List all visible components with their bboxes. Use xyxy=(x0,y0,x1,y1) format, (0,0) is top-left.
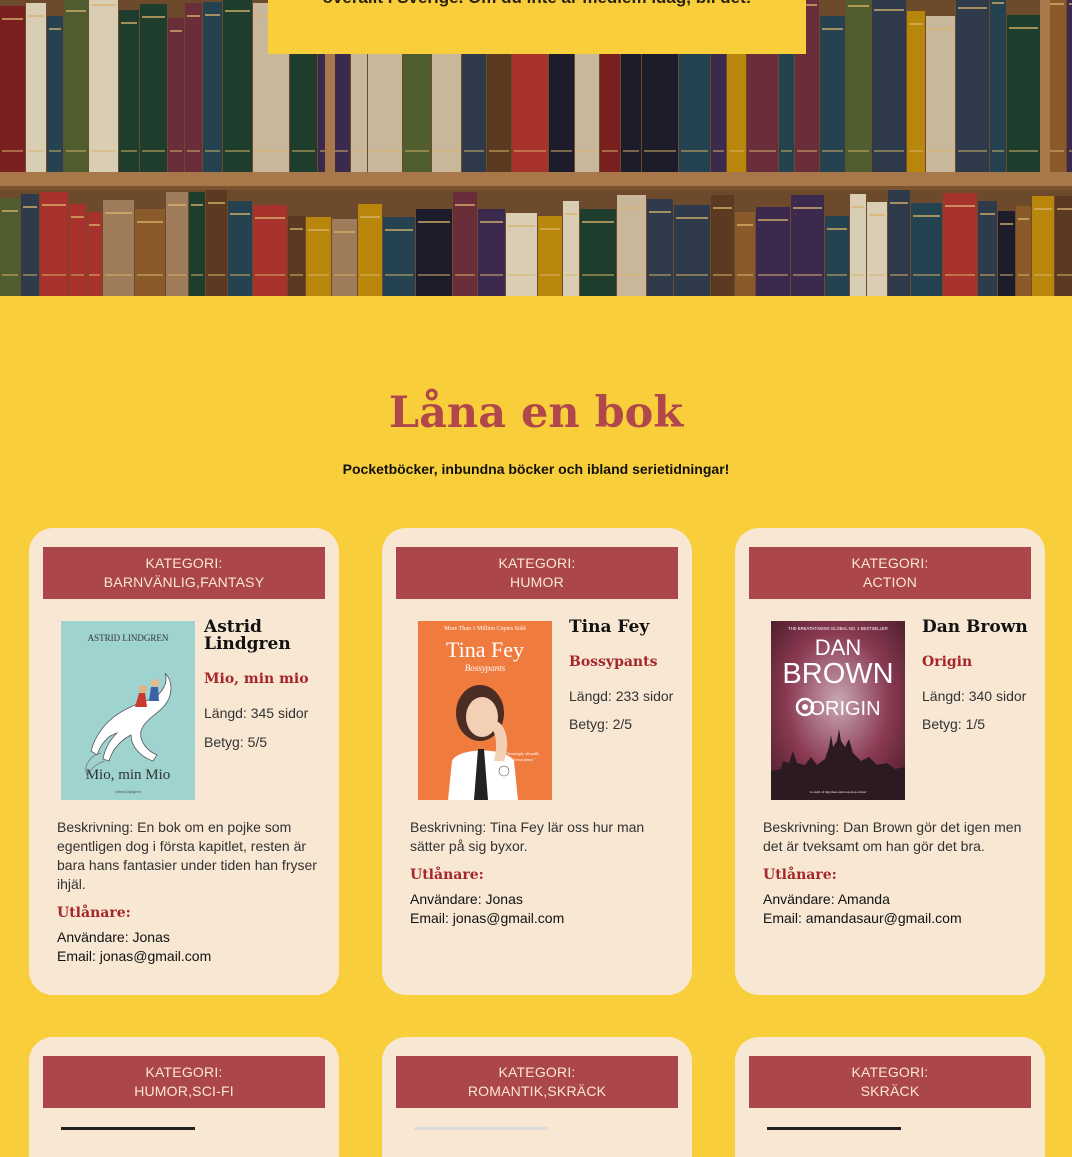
book-card: KATEGORI: ROMANTIK,SKRÄCK xyxy=(382,1037,692,1157)
book-description: Beskrivning: Tina Fey lär oss hur man sä… xyxy=(410,819,645,854)
category-label: KATEGORI: xyxy=(145,1064,223,1080)
lender-info: Användare: Jonas Email: jonas@gmail.com xyxy=(410,890,564,928)
category-label: KATEGORI: xyxy=(145,555,223,571)
category-bar: KATEGORI: HUMOR,SCI-FI xyxy=(43,1056,325,1108)
book-author: Tina Fey xyxy=(569,617,650,637)
book-title: Origin xyxy=(922,654,973,670)
book-length: Längd: 340 sidor xyxy=(922,688,1027,704)
category-value: BARNVÄNLIG,FANTASY xyxy=(103,574,265,590)
lender-user: Användare: Amanda xyxy=(763,891,890,907)
section-subtitle: Pocketböcker, inbundna böcker och ibland… xyxy=(342,461,730,477)
book-card: KATEGORI: SKRÄCK xyxy=(735,1037,1045,1157)
book-rating: Betyg: 2/5 xyxy=(569,716,633,732)
book-author: Dan Brown xyxy=(922,617,1028,637)
book-rating: Betyg: 1/5 xyxy=(922,716,986,732)
lender-info: Användare: Amanda Email: amandasaur@gmai… xyxy=(763,890,962,928)
hero-banner: överallt i Sverige. Om du inte är medlem… xyxy=(268,0,806,54)
category-label: KATEGORI: xyxy=(851,555,929,571)
cover-subtitle-text: Bossypants xyxy=(465,663,506,673)
book-author: Astrid Lindgren xyxy=(204,617,291,654)
book-card: KATEGORI: HUMOR More Than 1 Million Copi… xyxy=(382,528,692,995)
book-cover-image: ASTRID LINDGREN Mio, min Mio rabén&sjögr… xyxy=(61,621,195,800)
category-bar: KATEGORI: BARNVÄNLIG,FANTASY xyxy=(43,547,325,599)
category-value: HUMOR xyxy=(510,574,564,590)
book-cover-image xyxy=(414,1127,548,1130)
book-title: Mio, min mio xyxy=(204,671,309,687)
category-bar: KATEGORI: ACTION xyxy=(749,547,1031,599)
cover-author-text: ASTRID LINDGREN xyxy=(88,633,169,643)
lender-user: Användare: Jonas xyxy=(57,929,170,945)
category-bar: KATEGORI: ROMANTIK,SKRÄCK xyxy=(396,1056,678,1108)
book-cover-image: THE BREATHTAKING GLOBAL NO. 1 BESTSELLER… xyxy=(771,621,905,800)
hero-bookshelf-image: överallt i Sverige. Om du inte är medlem… xyxy=(0,0,1072,296)
cover-title-line1: DAN xyxy=(815,635,861,660)
lender-email: Email: jonas@gmail.com xyxy=(57,948,212,964)
cover-tagline-text: THE BREATHTAKING GLOBAL NO. 1 BESTSELLER xyxy=(788,626,888,631)
category-value: ROMANTIK,SKRÄCK xyxy=(467,1083,607,1099)
lender-email: Email: jonas@gmail.com xyxy=(410,910,565,926)
lender-email: Email: amandasaur@gmail.com xyxy=(763,910,962,926)
category-bar: KATEGORI: HUMOR xyxy=(396,547,678,599)
book-card: KATEGORI: HUMOR,SCI-FI xyxy=(29,1037,339,1157)
category-value: ACTION xyxy=(862,574,918,590)
lender-heading: Utlånare: xyxy=(410,867,484,883)
hero-banner-text: överallt i Sverige. Om du inte är medlem… xyxy=(268,0,806,8)
book-cover-image xyxy=(767,1127,901,1130)
category-value: SKRÄCK xyxy=(860,1083,920,1099)
svg-text:'A swirl of big ideas and non-: 'A swirl of big ideas and non-stop actio… xyxy=(809,790,867,794)
category-value: HUMOR,SCI-FI xyxy=(134,1083,234,1099)
lender-info: Användare: Jonas Email: jonas@gmail.com xyxy=(57,928,211,966)
book-cover-image xyxy=(61,1127,195,1130)
cover-title-text: Mio, min Mio xyxy=(86,767,171,783)
book-length: Längd: 345 sidor xyxy=(204,705,309,721)
lender-user: Användare: Jonas xyxy=(410,891,523,907)
book-rating: Betyg: 5/5 xyxy=(204,734,268,750)
cover-title-text: Tina Fey xyxy=(446,637,524,662)
cover-title-line2: BROWN xyxy=(782,658,893,690)
cover-tagline-text: More Than 1 Million Copies Sold xyxy=(444,626,525,632)
category-label: KATEGORI: xyxy=(851,1064,929,1080)
svg-text:delicious funny.": delicious funny." xyxy=(509,757,536,762)
svg-text:rabén&sjögren: rabén&sjögren xyxy=(115,789,141,794)
book-length: Längd: 233 sidor xyxy=(569,688,674,704)
lender-heading: Utlånare: xyxy=(763,867,837,883)
book-cover-image: More Than 1 Million Copies Sold Tina Fey… xyxy=(418,621,552,800)
category-label: KATEGORI: xyxy=(498,555,576,571)
lender-heading: Utlånare: xyxy=(57,905,131,921)
book-card: KATEGORI: ACTION THE BREATHTAKING GLOBAL… xyxy=(735,528,1045,995)
book-card: KATEGORI: BARNVÄNLIG,FANTASY ASTRID LIND… xyxy=(29,528,339,995)
section-title: Låna en bok xyxy=(388,388,684,438)
book-title: Bossypants xyxy=(569,654,658,670)
category-label: KATEGORI: xyxy=(498,1064,576,1080)
category-bar: KATEGORI: SKRÄCK xyxy=(749,1056,1031,1108)
book-description: Beskrivning: En bok om en pojke som egen… xyxy=(57,819,317,892)
book-description: Beskrivning: Dan Brown gör det igen men … xyxy=(763,819,1022,854)
cover-title-line3: ORIGIN xyxy=(809,698,880,720)
